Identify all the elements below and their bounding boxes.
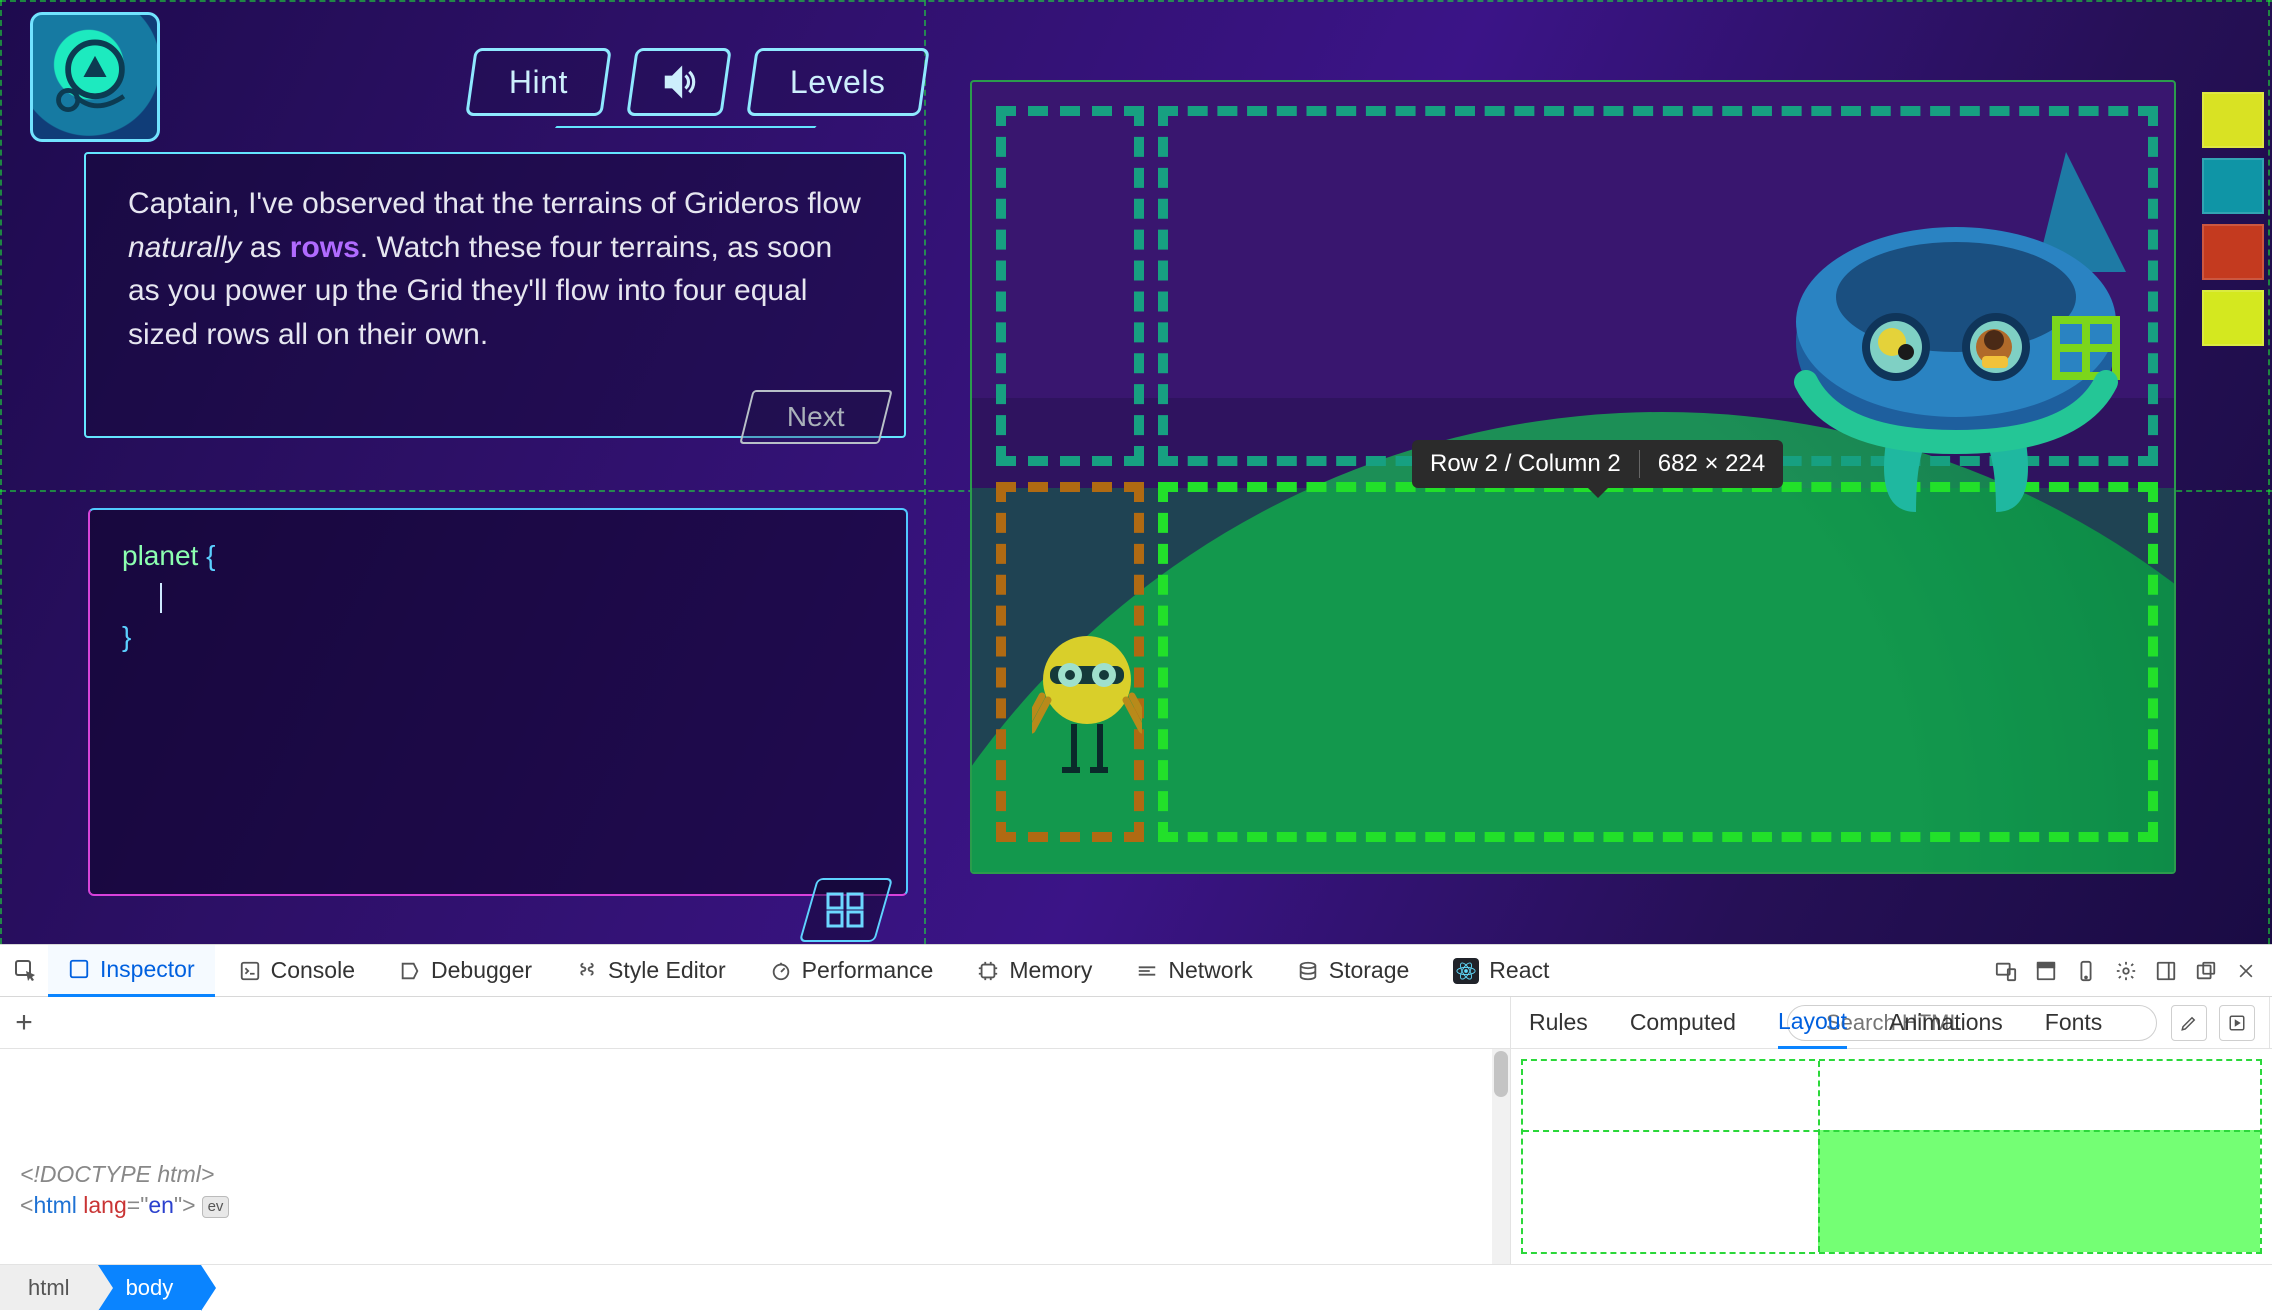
code-brace: } (122, 617, 874, 658)
markup-line[interactable]: <!DOCTYPE html> (20, 1159, 1490, 1190)
tab-label: Inspector (100, 956, 195, 983)
instruction-text: Captain, I've observed that the terrains… (128, 182, 864, 356)
game-app: Hint Levels Captain, I've observed that … (0, 0, 2272, 944)
breadcrumbs: html body (0, 1264, 2272, 1310)
devtools-tabs: Inspector Console Debugger Style Editor … (0, 945, 2272, 997)
swatch[interactable] (2202, 224, 2264, 280)
swatch-strip (2202, 92, 2264, 346)
tooltip-cell-label: Row 2 / Column 2 (1430, 450, 1621, 478)
instruction-part: as (241, 231, 289, 264)
element-picker-icon[interactable] (8, 953, 44, 989)
breadcrumb-html[interactable]: html (0, 1265, 98, 1310)
code-selector: planet (122, 540, 198, 571)
markup-line[interactable]: <html lang="en">ev (20, 1190, 1490, 1218)
grid-cell-outline (996, 106, 1144, 466)
side-tab-fonts[interactable]: Fonts (2045, 997, 2103, 1049)
tab-storage[interactable]: Storage (1277, 945, 1430, 997)
tab-performance[interactable]: Performance (750, 945, 954, 997)
layout-grid-highlight (1818, 1130, 2260, 1252)
breadcrumb-body[interactable]: body (98, 1265, 202, 1310)
instruction-italic: naturally (128, 231, 241, 264)
levels-label: Levels (790, 64, 886, 101)
side-tab-computed[interactable]: Computed (1630, 997, 1736, 1049)
tab-debugger[interactable]: Debugger (379, 945, 552, 997)
game-viewport: Row 2 / Column 2 682 × 224 (970, 80, 2176, 874)
responsive-mode-icon[interactable] (1988, 953, 2024, 989)
tab-label: Memory (1009, 957, 1092, 984)
grid-overlay-line (0, 0, 2, 944)
new-node-button[interactable]: + (0, 1006, 48, 1040)
event-badge[interactable]: ev (202, 1196, 230, 1218)
hint-button[interactable]: Hint (465, 48, 611, 116)
hint-label: Hint (509, 64, 568, 101)
code-brace: { (198, 540, 215, 571)
tooltip-cell-size: 682 × 224 (1658, 450, 1765, 478)
next-button[interactable]: Next (739, 390, 892, 444)
swatch[interactable] (2202, 92, 2264, 148)
instruction-part: Captain, I've observed that the terrains… (128, 187, 861, 220)
code-line: planet { (122, 536, 874, 577)
tab-label: React (1489, 957, 1549, 984)
tab-label: Storage (1329, 957, 1410, 984)
side-tab-layout[interactable]: Layout (1778, 997, 1847, 1049)
markup-pane-wrap: <!DOCTYPE html> <html lang="en">ev ▸<hea… (0, 1049, 1510, 1264)
top-buttons: Hint Levels (470, 48, 924, 116)
swatch[interactable] (2202, 290, 2264, 346)
spaceship-graphic (1766, 142, 2146, 522)
next-label: Next (787, 397, 845, 438)
game-logo[interactable] (30, 12, 160, 142)
grid-overlay-line (2268, 0, 2270, 944)
layout-panel (1510, 1049, 2272, 1264)
swatch[interactable] (2202, 158, 2264, 214)
iframe-picker-icon[interactable] (2028, 953, 2064, 989)
scrollbar[interactable] (1492, 1049, 1510, 1264)
code-line (122, 577, 874, 618)
settings-icon[interactable] (2108, 953, 2144, 989)
tab-react[interactable]: React (1433, 945, 1569, 997)
layout-grid-preview[interactable] (1521, 1059, 2262, 1254)
creature-graphic (1032, 630, 1142, 780)
tab-label: Console (271, 957, 355, 984)
tab-label: Network (1168, 957, 1252, 984)
grid-overlay-line (924, 0, 926, 944)
markup-pane[interactable]: <!DOCTYPE html> <html lang="en">ev ▸<hea… (0, 1153, 1500, 1218)
instruction-panel: Captain, I've observed that the terrains… (84, 152, 906, 438)
tab-label: Style Editor (608, 957, 726, 984)
sound-button[interactable] (626, 48, 732, 116)
grid-cell-tooltip: Row 2 / Column 2 682 × 224 (1412, 440, 1783, 488)
grid-overlay-line (0, 0, 2272, 2)
tab-style-editor[interactable]: Style Editor (556, 945, 746, 997)
tab-label: Debugger (431, 957, 532, 984)
grid-icon (826, 892, 866, 928)
instruction-bold: rows (290, 231, 360, 264)
grid-toggle-button[interactable] (799, 878, 893, 942)
tab-inspector[interactable]: Inspector (48, 945, 215, 997)
tab-label: Performance (802, 957, 934, 984)
side-panel-tabs: Rules Computed Layout Animations Fonts (1510, 997, 2272, 1049)
react-icon (1453, 958, 1479, 984)
devtools: Inspector Console Debugger Style Editor … (0, 944, 2272, 1310)
device-icon[interactable] (2068, 953, 2104, 989)
layout-grid-line (1523, 1130, 2260, 1132)
scrollbar-thumb[interactable] (1494, 1051, 1508, 1097)
layout-grid-line (1818, 1061, 1820, 1252)
grid-cell-outline (1158, 482, 2158, 842)
code-editor[interactable]: planet { } (88, 508, 908, 896)
levels-button[interactable]: Levels (746, 48, 929, 116)
tab-network[interactable]: Network (1116, 945, 1272, 997)
tab-console[interactable]: Console (219, 945, 375, 997)
tooltip-separator (1639, 450, 1640, 478)
dock-popup-icon[interactable] (2188, 953, 2224, 989)
close-icon[interactable] (2228, 953, 2264, 989)
side-tab-rules[interactable]: Rules (1529, 997, 1588, 1049)
volume-icon (660, 63, 698, 101)
text-caret (160, 583, 162, 613)
side-tab-animations[interactable]: Animations (1889, 997, 2003, 1049)
dock-side-icon[interactable] (2148, 953, 2184, 989)
tab-memory[interactable]: Memory (957, 945, 1112, 997)
